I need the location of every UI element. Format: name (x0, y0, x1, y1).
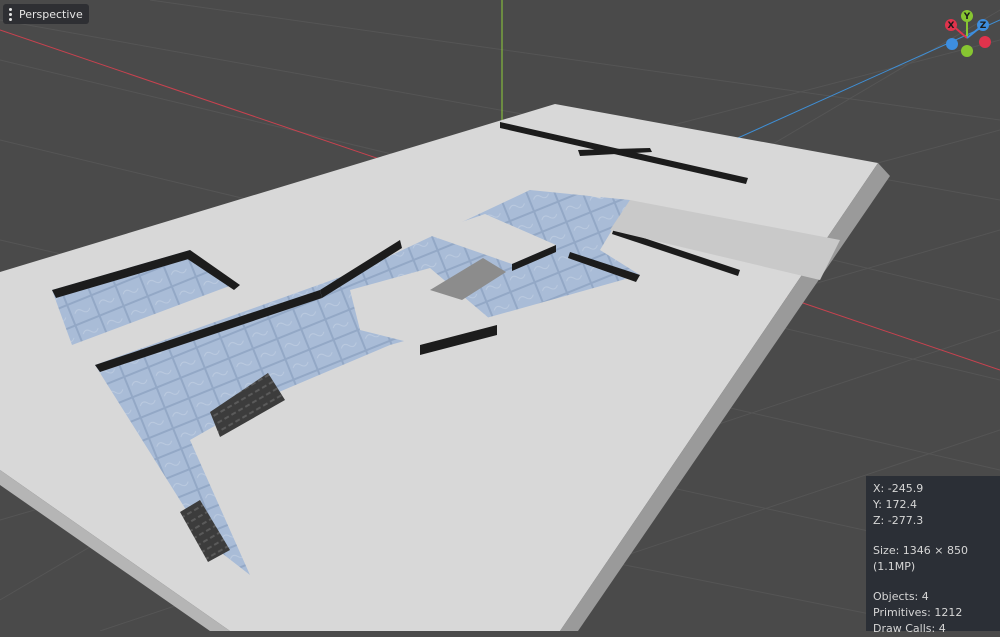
gizmo-z-negative (946, 38, 958, 50)
gizmo-z-label: Z (980, 21, 987, 31)
primitives-count: Primitives: 1212 (873, 606, 963, 619)
viewport-stats-panel: X: -245.9 Y: 172.4 Z: -277.3 Size: 1346 … (866, 476, 1000, 635)
3d-viewport[interactable]: Perspective Y X Z X: -245.9 Y: 172.4 Z: … (0, 0, 1000, 635)
draw-calls-count: Draw Calls: 4 (873, 622, 946, 635)
orientation-gizmo[interactable]: Y X Z (940, 8, 996, 60)
gizmo-x-negative (979, 36, 991, 48)
kebab-icon (7, 7, 13, 21)
viewport-size: Size: 1346 × 850 (1.1MP) (873, 544, 968, 573)
camera-y: Y: 172.4 (873, 498, 917, 511)
camera-z: Z: -277.3 (873, 514, 924, 527)
gizmo-x-label: X (948, 21, 955, 31)
camera-x: X: -245.9 (873, 482, 924, 495)
objects-count: Objects: 4 (873, 590, 929, 603)
view-label: Perspective (19, 7, 83, 21)
scene-render (0, 0, 1000, 631)
gizmo-y-negative (961, 45, 973, 57)
gizmo-y-label: Y (963, 12, 971, 22)
view-menu-button[interactable]: Perspective (3, 4, 89, 24)
